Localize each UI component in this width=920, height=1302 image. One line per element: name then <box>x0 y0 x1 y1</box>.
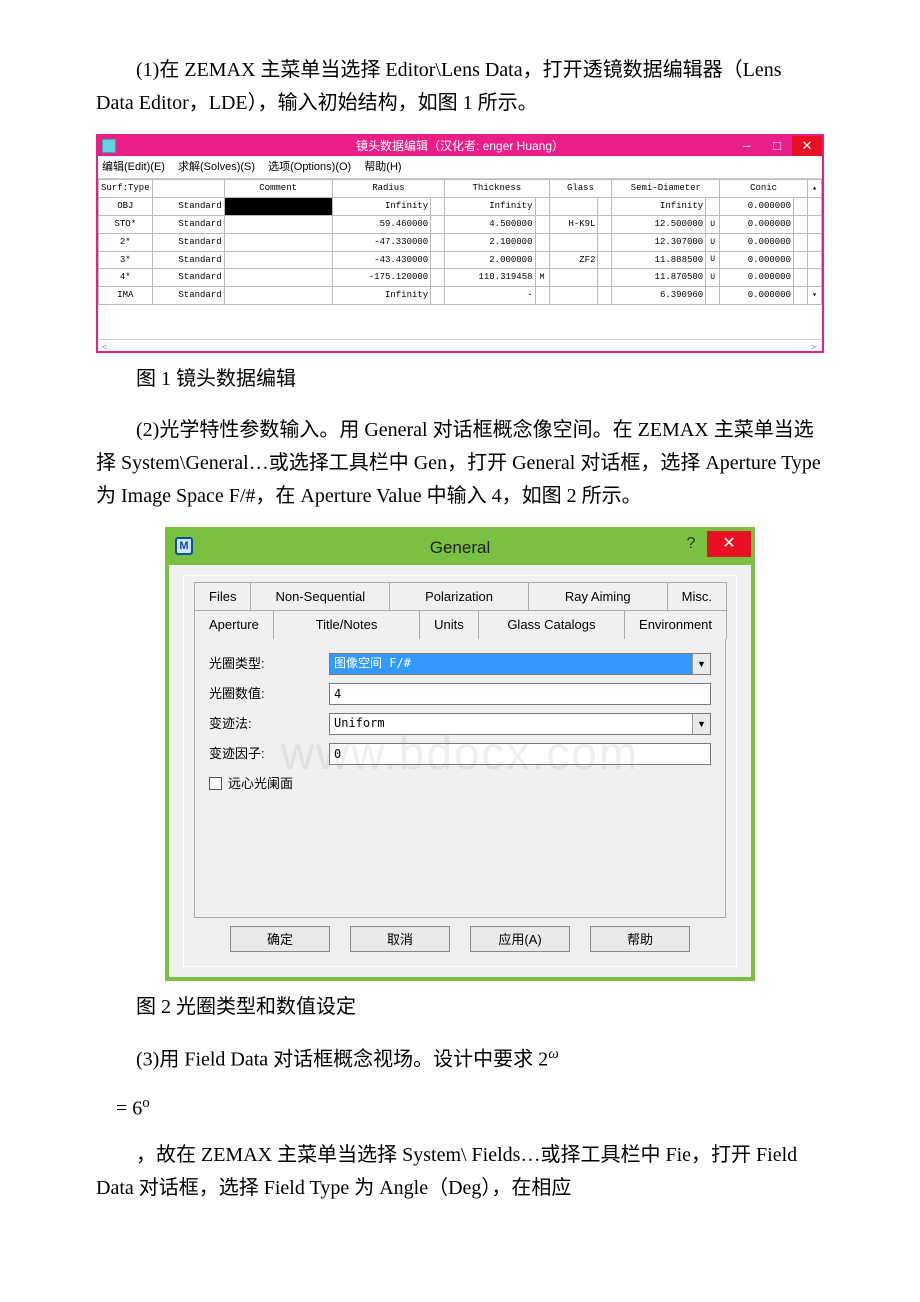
ok-button[interactable]: 确定 <box>230 926 330 952</box>
lde-menubar[interactable]: 编辑(Edit)(E) 求解(Solves)(S) 选项(Options)(O)… <box>98 156 822 179</box>
lens-data-editor-window: 镜头数据编辑（汉化者: enger Huang） – □ ✕ 编辑(Edit)(… <box>96 134 824 353</box>
tab-polarization[interactable]: Polarization <box>389 582 529 611</box>
apod-factor-input[interactable] <box>329 743 711 765</box>
tab-files[interactable]: Files <box>194 582 251 611</box>
chevron-down-icon[interactable]: ▼ <box>692 654 710 674</box>
scroll-up-icon[interactable]: ▴ <box>808 180 822 198</box>
table-header-row: Surf:Type Comment Radius Thickness Glass… <box>99 180 822 198</box>
general-dialog: General ? ✕ Files Non-Sequential Polariz… <box>165 527 755 981</box>
table-row[interactable]: 2* Standard -47.330000 2.100000 12.30700… <box>99 233 822 251</box>
degree-symbol: o <box>142 1095 150 1111</box>
label-aperture-value: 光圈数值: <box>209 683 329 704</box>
selected-comment-cell[interactable] <box>224 197 332 215</box>
paragraph-3a: (3)用 Field Data 对话框概念视场。设计中要求 2ω <box>96 1042 824 1077</box>
general-app-icon <box>175 537 193 555</box>
close-icon[interactable]: ✕ <box>707 531 751 557</box>
col-comment: Comment <box>224 180 332 198</box>
col-semi: Semi-Diameter <box>612 180 720 198</box>
label-telecentric: 远心光阑面 <box>228 773 293 794</box>
paragraph-1: (1)在 ZEMAX 主菜单当选择 Editor\Lens Data，打开透镜数… <box>96 54 824 120</box>
tabrow-front: Aperture Title/Notes Units Glass Catalog… <box>194 610 726 638</box>
aperture-tab-body: 光圈类型: 图像空间 F/# ▼ 光圈数值: <box>194 638 726 918</box>
close-icon[interactable]: ✕ <box>792 136 822 156</box>
scroll-down-icon[interactable]: ▾ <box>808 287 822 305</box>
lde-hscroll[interactable]: <> <box>98 339 822 351</box>
tab-glass-catalogs[interactable]: Glass Catalogs <box>478 610 625 638</box>
lde-app-icon <box>102 139 116 153</box>
col-surf: Surf:Type <box>99 180 153 198</box>
menu-solves[interactable]: 求解(Solves)(S) <box>178 161 255 173</box>
apodization-value: Uniform <box>330 714 692 734</box>
apply-button[interactable]: 应用(A) <box>470 926 570 952</box>
paragraph-3b: = 6o <box>96 1091 824 1126</box>
apodization-select[interactable]: Uniform ▼ <box>329 713 711 735</box>
general-titlebar: General ? ✕ <box>169 531 751 565</box>
telecentric-checkbox[interactable] <box>209 777 222 790</box>
figure-1-caption: 图 1 镜头数据编辑 <box>96 363 824 396</box>
paragraph-4: ，故在 ZEMAX 主菜单当选择 System\ Fields…或择工具栏中 F… <box>96 1139 824 1205</box>
table-row[interactable]: 3* Standard -43.430000 2.000000 ZF2 11.8… <box>99 251 822 269</box>
menu-options[interactable]: 选项(Options)(O) <box>268 161 351 173</box>
paragraph-2: (2)光学特性参数输入。用 General 对话框概念像空间。在 ZEMAX 主… <box>96 414 824 513</box>
aperture-value-input[interactable] <box>329 683 711 705</box>
omega-symbol: ω <box>548 1046 559 1062</box>
cancel-button[interactable]: 取消 <box>350 926 450 952</box>
label-apod-factor: 变迹因子: <box>209 743 329 764</box>
tab-misc[interactable]: Misc. <box>667 582 727 611</box>
minimize-icon[interactable]: – <box>732 136 762 156</box>
tab-units[interactable]: Units <box>419 610 479 638</box>
table-row[interactable]: 4* Standard -175.120000 110.319458M 11.8… <box>99 269 822 287</box>
tab-non-sequential[interactable]: Non-Sequential <box>250 582 390 611</box>
tabrow-back: Files Non-Sequential Polarization Ray Ai… <box>194 582 726 611</box>
col-radius: Radius <box>332 180 445 198</box>
label-aperture-type: 光圈类型: <box>209 653 329 674</box>
col-glass: Glass <box>549 180 612 198</box>
menu-help[interactable]: 帮助(H) <box>364 161 401 173</box>
table-row[interactable]: IMA Standard Infinity - 6.390960 0.00000… <box>99 287 822 305</box>
aperture-type-value: 图像空间 F/# <box>330 654 692 674</box>
table-row[interactable]: OBJ Standard Infinity Infinity Infinity … <box>99 197 822 215</box>
col-thickness: Thickness <box>445 180 549 198</box>
general-title-text: General <box>430 534 490 562</box>
tab-environment[interactable]: Environment <box>624 610 727 638</box>
lens-data-table[interactable]: Surf:Type Comment Radius Thickness Glass… <box>98 179 822 305</box>
tab-ray-aiming[interactable]: Ray Aiming <box>528 582 668 611</box>
lde-titlebar: 镜头数据编辑（汉化者: enger Huang） – □ ✕ <box>98 136 822 156</box>
col-type-spacer <box>152 180 224 198</box>
paragraph-3a-text: (3)用 Field Data 对话框概念视场。设计中要求 2 <box>136 1049 548 1071</box>
lde-title-text: 镜头数据编辑（汉化者: enger Huang） <box>356 139 564 153</box>
tab-aperture[interactable]: Aperture <box>194 610 274 638</box>
paragraph-3b-text: = 6 <box>116 1097 142 1119</box>
chevron-down-icon[interactable]: ▼ <box>692 714 710 734</box>
tab-title-notes[interactable]: Title/Notes <box>273 610 420 638</box>
menu-edit[interactable]: 编辑(Edit)(E) <box>102 161 165 173</box>
col-conic: Conic <box>720 180 808 198</box>
table-row[interactable]: STO* Standard 59.460000 4.500000 H-K9L 1… <box>99 215 822 233</box>
help-icon[interactable]: ? <box>675 531 707 557</box>
lde-blank-area <box>98 305 822 339</box>
maximize-icon[interactable]: □ <box>762 136 792 156</box>
help-button[interactable]: 帮助 <box>590 926 690 952</box>
label-apodization: 变迹法: <box>209 713 329 734</box>
figure-2-caption: 图 2 光圈类型和数值设定 <box>96 991 824 1024</box>
aperture-type-select[interactable]: 图像空间 F/# ▼ <box>329 653 711 675</box>
